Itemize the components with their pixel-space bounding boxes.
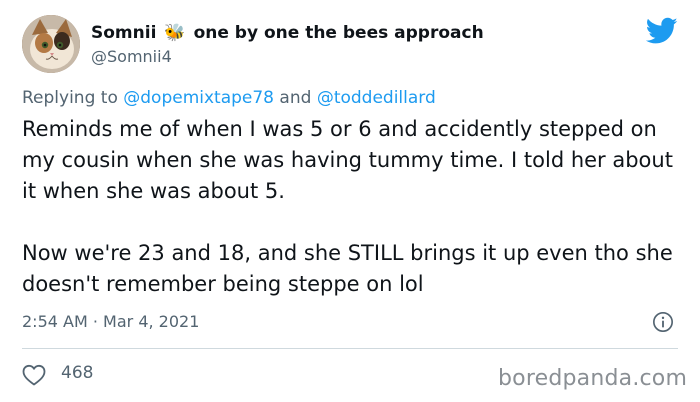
reply-context: Replying to @dopemixtape78 and @toddedil… [22,88,436,108]
user-handle[interactable]: @Somnii4 [91,47,172,66]
tweet-timestamp[interactable]: 2:54 AM · Mar 4, 2021 [22,312,199,331]
timestamp-separator: · [92,312,98,331]
tweet-text: Reminds me of when I was 5 or 6 and acci… [22,114,682,300]
divider [22,348,678,349]
watermark: boredpanda.com [498,366,688,391]
reply-mention-link[interactable]: @dopemixtape78 [123,88,274,108]
tweet-paragraph: Reminds me of when I was 5 or 6 and acci… [22,117,673,203]
heart-icon[interactable] [22,364,46,386]
twitter-bird-icon [646,17,678,44]
info-icon[interactable] [652,311,674,333]
display-name-suffix[interactable]: one by one the bees approach [194,23,484,43]
reply-prefix: Replying to [22,88,118,108]
like-count[interactable]: 468 [61,363,93,383]
avatar[interactable] [22,15,80,73]
reply-and: and [279,88,312,108]
display-name-line[interactable]: Somnii 🐝 one by one the bees approach [91,21,484,45]
tweet-date[interactable]: Mar 4, 2021 [103,312,199,331]
reply-mention-link[interactable]: @toddedillard [317,88,436,108]
bee-emoji: 🐝 [164,22,186,43]
tweet-time[interactable]: 2:54 AM [22,312,88,331]
display-name[interactable]: Somnii [91,23,156,43]
tweet-paragraph: Now we're 23 and 18, and she STILL bring… [22,241,673,296]
